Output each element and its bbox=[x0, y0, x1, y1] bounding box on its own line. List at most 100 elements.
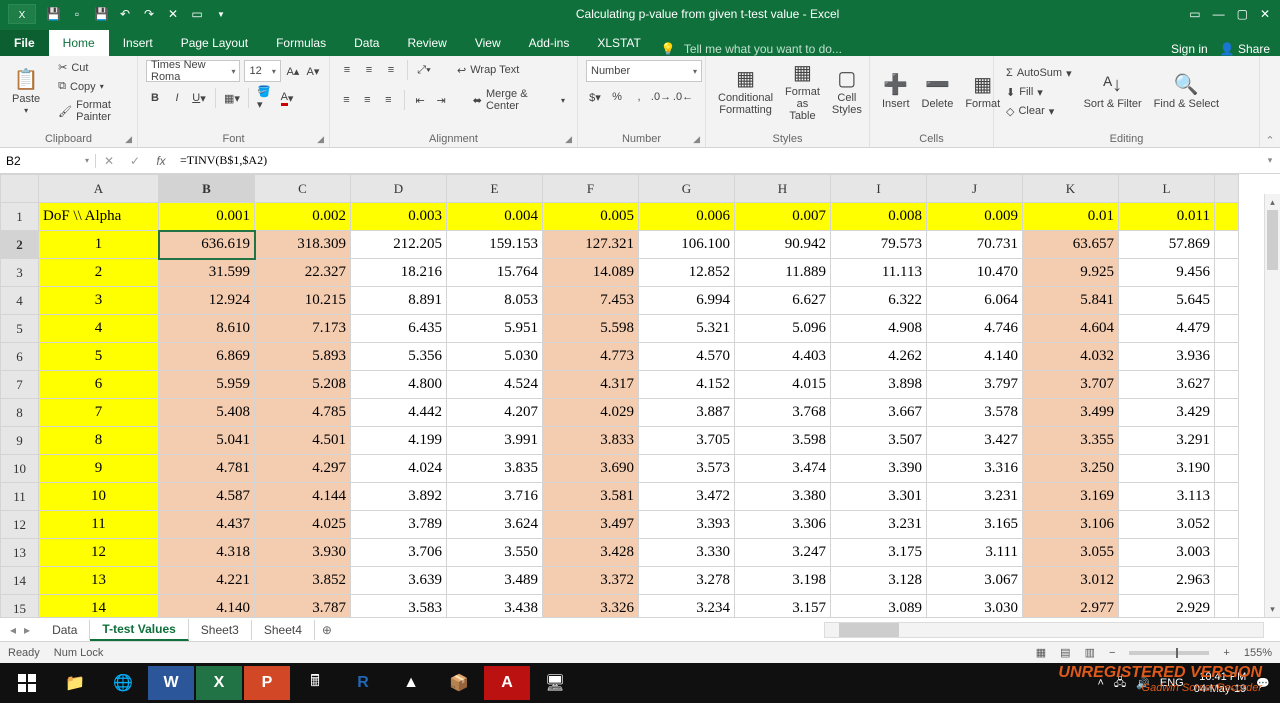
sheet-nav-first-icon[interactable]: ◂ bbox=[10, 623, 16, 637]
cell[interactable]: DoF \\ Alpha bbox=[39, 203, 159, 231]
cell[interactable]: 2.963 bbox=[1119, 567, 1215, 595]
cell[interactable]: 6.064 bbox=[927, 287, 1023, 315]
cell[interactable]: 3.768 bbox=[735, 399, 831, 427]
cell[interactable]: 5.645 bbox=[1119, 287, 1215, 315]
cell[interactable]: 4.604 bbox=[1023, 315, 1119, 343]
col-header[interactable]: C bbox=[255, 175, 351, 203]
cell[interactable]: 6.869 bbox=[159, 343, 255, 371]
scroll-up-icon[interactable]: ▴ bbox=[1265, 194, 1280, 210]
merge-center-button[interactable]: ⬌Merge & Center▾ bbox=[469, 86, 569, 114]
view-page-icon[interactable]: ▤ bbox=[1060, 646, 1070, 659]
tab-formulas[interactable]: Formulas bbox=[262, 30, 340, 56]
row-header[interactable]: 11 bbox=[1, 483, 39, 511]
cell[interactable]: 14 bbox=[39, 595, 159, 618]
cell[interactable]: 4.297 bbox=[255, 455, 351, 483]
tab-insert[interactable]: Insert bbox=[109, 30, 167, 56]
word-icon[interactable]: W bbox=[148, 666, 194, 700]
cell[interactable]: 3.393 bbox=[639, 511, 735, 539]
cell[interactable]: 3.055 bbox=[1023, 539, 1119, 567]
close-icon[interactable]: ✕ bbox=[1260, 7, 1270, 21]
decrease-decimal-icon[interactable]: .0← bbox=[674, 88, 692, 106]
cell[interactable]: 3.497 bbox=[543, 511, 639, 539]
cell[interactable]: 4.262 bbox=[831, 343, 927, 371]
tab-view[interactable]: View bbox=[461, 30, 515, 56]
cell[interactable]: 63.657 bbox=[1023, 231, 1119, 259]
conditional-formatting-button[interactable]: ▦Conditional Formatting bbox=[714, 66, 777, 118]
cell[interactable]: 4.570 bbox=[639, 343, 735, 371]
row-header[interactable]: 8 bbox=[1, 399, 39, 427]
cell[interactable]: 3.169 bbox=[1023, 483, 1119, 511]
cell[interactable]: 7 bbox=[39, 399, 159, 427]
row-header[interactable]: 9 bbox=[1, 427, 39, 455]
cell[interactable]: 14.089 bbox=[543, 259, 639, 287]
cell[interactable]: 70.731 bbox=[927, 231, 1023, 259]
shrink-font-icon[interactable]: A▾ bbox=[305, 62, 321, 80]
cell[interactable]: 3.427 bbox=[927, 427, 1023, 455]
cell[interactable]: 5.408 bbox=[159, 399, 255, 427]
cell[interactable]: 4.501 bbox=[255, 427, 351, 455]
cell[interactable]: 3.892 bbox=[351, 483, 447, 511]
sign-in-link[interactable]: Sign in bbox=[1171, 42, 1208, 56]
cell[interactable]: 4.800 bbox=[351, 371, 447, 399]
currency-icon[interactable]: $▾ bbox=[586, 88, 604, 106]
tray-clock[interactable]: 10:41 PM04-May-19 bbox=[1194, 671, 1247, 695]
cut-button[interactable]: ✂Cut bbox=[54, 59, 129, 76]
cell[interactable]: 3.198 bbox=[735, 567, 831, 595]
scroll-down-icon[interactable]: ▾ bbox=[1265, 601, 1280, 617]
save-as-icon[interactable]: 💾 bbox=[94, 7, 108, 21]
sheet-tab-sheet3[interactable]: Sheet3 bbox=[189, 620, 252, 640]
fill-button[interactable]: ⬇Fill▾ bbox=[1002, 84, 1076, 101]
cell[interactable]: 3.507 bbox=[831, 427, 927, 455]
redo-icon[interactable]: ↷ bbox=[142, 7, 156, 21]
cell[interactable]: 3.165 bbox=[927, 511, 1023, 539]
grow-font-icon[interactable]: A▴ bbox=[285, 62, 301, 80]
dialog-launcher-icon[interactable]: ◢ bbox=[693, 134, 700, 145]
row-header[interactable]: 6 bbox=[1, 343, 39, 371]
cell[interactable]: 3.089 bbox=[831, 595, 927, 618]
cell[interactable]: 4.403 bbox=[735, 343, 831, 371]
cell[interactable]: 4.317 bbox=[543, 371, 639, 399]
bold-button[interactable]: B bbox=[146, 89, 164, 107]
name-box[interactable]: B2▾ bbox=[0, 154, 96, 168]
cell[interactable]: 3.578 bbox=[927, 399, 1023, 427]
tray-notifications-icon[interactable]: 💬 bbox=[1256, 677, 1270, 690]
find-select-button[interactable]: 🔍Find & Select bbox=[1150, 72, 1223, 112]
cell[interactable]: 4.524 bbox=[447, 371, 543, 399]
view-break-icon[interactable]: ▥ bbox=[1085, 646, 1095, 659]
vertical-scrollbar[interactable]: ▴ ▾ bbox=[1264, 194, 1280, 617]
file-explorer-icon[interactable]: 📁 bbox=[52, 666, 98, 700]
cell[interactable]: 3.930 bbox=[255, 539, 351, 567]
cell[interactable]: 3.291 bbox=[1119, 427, 1215, 455]
cell[interactable]: 3.231 bbox=[927, 483, 1023, 511]
cell[interactable]: 4.029 bbox=[543, 399, 639, 427]
cell[interactable]: 0.011 bbox=[1119, 203, 1215, 231]
cell[interactable]: 3.428 bbox=[543, 539, 639, 567]
cell[interactable]: 0.007 bbox=[735, 203, 831, 231]
cell[interactable]: 3.991 bbox=[447, 427, 543, 455]
qat-more-icon[interactable]: ▼ bbox=[214, 10, 228, 19]
cell[interactable]: 4 bbox=[39, 315, 159, 343]
scroll-thumb[interactable] bbox=[839, 623, 899, 637]
tab-page-layout[interactable]: Page Layout bbox=[167, 30, 262, 56]
cell[interactable]: 3.175 bbox=[831, 539, 927, 567]
cell[interactable]: 3.372 bbox=[543, 567, 639, 595]
cell[interactable]: 10.215 bbox=[255, 287, 351, 315]
cell[interactable]: 4.908 bbox=[831, 315, 927, 343]
cell[interactable]: 3.128 bbox=[831, 567, 927, 595]
dialog-launcher-icon[interactable]: ◢ bbox=[125, 134, 132, 145]
dialog-launcher-icon[interactable]: ◢ bbox=[565, 134, 572, 145]
cell[interactable]: 3.438 bbox=[447, 595, 543, 618]
cell[interactable]: 0.01 bbox=[1023, 203, 1119, 231]
cell[interactable]: 11.889 bbox=[735, 259, 831, 287]
cell[interactable]: 3.012 bbox=[1023, 567, 1119, 595]
format-painter-button[interactable]: 🖌Format Painter bbox=[54, 97, 129, 125]
cell[interactable]: 5.208 bbox=[255, 371, 351, 399]
qat-icon-2[interactable]: ▭ bbox=[190, 7, 204, 21]
cell[interactable]: 12.852 bbox=[639, 259, 735, 287]
cell[interactable]: 3.797 bbox=[927, 371, 1023, 399]
cell[interactable]: 6.435 bbox=[351, 315, 447, 343]
save-icon[interactable]: 💾 bbox=[46, 7, 60, 21]
horizontal-scrollbar[interactable] bbox=[824, 622, 1264, 638]
cell[interactable]: 3.157 bbox=[735, 595, 831, 618]
col-header[interactable]: F bbox=[543, 175, 639, 203]
